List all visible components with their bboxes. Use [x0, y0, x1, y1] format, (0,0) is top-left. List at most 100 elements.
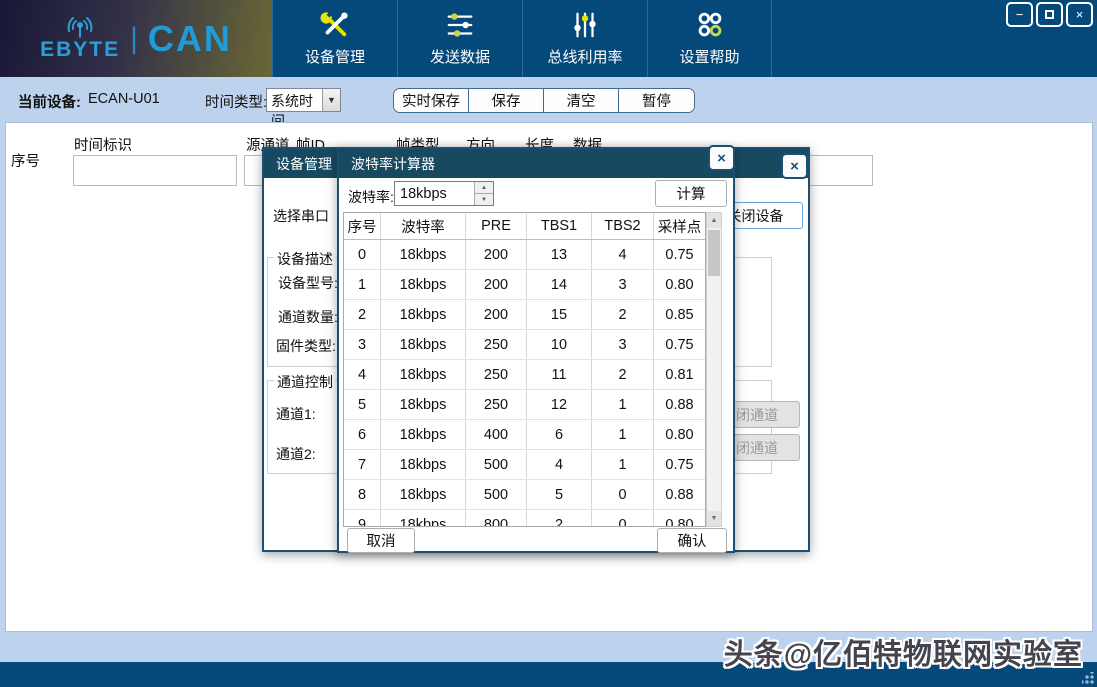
nav-item-settings-help[interactable]: 设置帮助: [647, 0, 772, 77]
maximize-button[interactable]: [1036, 2, 1063, 27]
table-scrollbar[interactable]: ▲ ▼: [706, 212, 722, 527]
scroll-down-icon[interactable]: ▼: [707, 511, 721, 526]
calc-table-row[interactable]: 6 18kbps 400 6 1 0.80: [344, 420, 705, 450]
resize-grip[interactable]: [1082, 672, 1094, 684]
calc-table-row[interactable]: 0 18kbps 200 13 4 0.75: [344, 240, 705, 270]
current-device-value: ECAN-U01: [88, 91, 160, 107]
nav-item-device-manage[interactable]: 设备管理: [272, 0, 397, 77]
calc-cell: 8: [344, 480, 381, 509]
calc-table-row[interactable]: 9 18kbps 800 2 0 0.80: [344, 510, 705, 527]
calc-cell: 1: [592, 450, 654, 479]
device-description-label: 设备描述: [274, 249, 336, 269]
grid-col-timestamp: 时间标识: [74, 138, 132, 154]
record-button-group: 实时保存 保存 清空 暂停: [393, 88, 695, 113]
calc-cell: 15: [527, 300, 592, 329]
calc-table-row[interactable]: 3 18kbps 250 10 3 0.75: [344, 330, 705, 360]
nav-item-bus-utilization[interactable]: 总线利用率: [522, 0, 647, 77]
nav-item-send-data[interactable]: 发送数据: [397, 0, 522, 77]
calc-cell: 1: [592, 420, 654, 449]
device-dialog-close-icon[interactable]: ×: [781, 153, 808, 179]
top-bar: EBYTE | CAN 设备管理 发送数据 总线利用率 设置帮助 − ×: [0, 0, 1097, 77]
confirm-button[interactable]: 确认: [657, 528, 727, 553]
calc-cell: 800: [466, 510, 527, 526]
calc-cell: 18kbps: [381, 450, 466, 479]
calc-table-row[interactable]: 8 18kbps 500 5 0 0.88: [344, 480, 705, 510]
sliders-horizontal-icon: [447, 13, 473, 37]
channel-control-label: 通道控制: [274, 372, 336, 392]
close-window-button[interactable]: ×: [1066, 2, 1093, 27]
device-model-label: 设备型号:: [278, 275, 338, 291]
calc-dialog-close-icon[interactable]: ×: [708, 145, 735, 171]
calc-header-cell: 采样点: [657, 219, 702, 236]
calc-cell: 11: [527, 360, 592, 389]
calc-cell: 12: [527, 390, 592, 419]
app-logo: EBYTE | CAN: [0, 0, 272, 77]
toolbar: 当前设备: ECAN-U01 时间类型: 系统时间 ▼ 实时保存 保存 清空 暂…: [0, 77, 1097, 129]
calc-cell: 2: [527, 510, 592, 526]
pause-button[interactable]: 暂停: [619, 89, 694, 112]
ebyte-logo: EBYTE: [40, 17, 120, 60]
calc-cell: 9: [344, 510, 381, 526]
calculate-button[interactable]: 计算: [655, 180, 727, 207]
realtime-save-button[interactable]: 实时保存: [394, 89, 469, 112]
calc-header-cell: 序号: [344, 213, 381, 239]
tools-icon: [320, 12, 348, 37]
calc-cell: 6: [527, 420, 592, 449]
baud-rate-label: 波特率:: [348, 189, 394, 205]
scroll-up-icon[interactable]: ▲: [707, 213, 721, 228]
save-button[interactable]: 保存: [469, 89, 544, 112]
sliders-vertical-icon: [574, 12, 596, 38]
calc-table-row[interactable]: 1 18kbps 200 14 3 0.80: [344, 270, 705, 300]
calc-cell: 250: [466, 360, 527, 389]
calc-table-row[interactable]: 7 18kbps 500 4 1 0.75: [344, 450, 705, 480]
calc-cell: 0.88: [665, 396, 694, 413]
antenna-icon: [67, 17, 93, 38]
calc-cell: 13: [527, 240, 592, 269]
calc-cell: 0.81: [665, 366, 694, 383]
calc-cell: 200: [466, 240, 527, 269]
calc-header-cell: PRE: [466, 213, 527, 239]
nav-label: 设置帮助: [679, 49, 740, 66]
calc-table-row[interactable]: 4 18kbps 250 11 2 0.81: [344, 360, 705, 390]
nav-label: 设备管理: [304, 49, 365, 66]
spin-up-icon[interactable]: ▲: [475, 182, 493, 194]
calc-cell: 0: [592, 480, 654, 509]
time-type-label: 时间类型:: [205, 95, 268, 111]
clear-button[interactable]: 清空: [544, 89, 619, 112]
calc-cell: 250: [466, 330, 527, 359]
logo-divider: |: [130, 21, 138, 55]
channel1-label: 通道1:: [276, 406, 316, 422]
time-type-dropdown[interactable]: 系统时间 ▼: [266, 88, 341, 129]
timestamp-filter-input[interactable]: [73, 155, 237, 186]
calc-cell: 2: [592, 300, 654, 329]
calc-cell: 0: [592, 510, 654, 526]
calc-table-row[interactable]: 5 18kbps 250 12 1 0.88: [344, 390, 705, 420]
spinner-arrows: ▲ ▼: [474, 182, 493, 205]
calc-cell: 7: [344, 450, 381, 479]
baud-rate-spinner: ▲ ▼: [394, 181, 494, 206]
calc-cell: 200: [466, 270, 527, 299]
calc-header-cell: 波特率: [381, 213, 466, 239]
calc-cell: 250: [466, 390, 527, 419]
serial-port-label: 选择串口: [273, 208, 329, 224]
main-nav: 设备管理 发送数据 总线利用率 设置帮助: [272, 0, 772, 77]
calc-dialog-titlebar[interactable]: 波特率计算器: [339, 149, 733, 178]
calc-cell: 18kbps: [381, 300, 466, 329]
baud-rate-input[interactable]: [395, 182, 474, 205]
current-device-label: 当前设备:: [18, 95, 81, 111]
cancel-button[interactable]: 取消: [347, 528, 415, 553]
calc-cell: 18kbps: [381, 480, 466, 509]
calc-cell: 0.80: [665, 516, 694, 527]
chevron-down-icon[interactable]: ▼: [322, 89, 340, 111]
scrollbar-thumb[interactable]: [708, 230, 720, 276]
spin-down-icon[interactable]: ▼: [475, 194, 493, 205]
calc-table-row[interactable]: 2 18kbps 200 15 2 0.85: [344, 300, 705, 330]
baud-result-table: 序号 波特率 PRE TBS1 TBS2 采样点 0 18kbps 200 13 4 0.75 1 18…: [343, 212, 706, 527]
watermark-text: 头条@亿佰特物联网实验室: [723, 639, 1083, 671]
calc-cell: 200: [466, 300, 527, 329]
calc-cell: 4: [527, 450, 592, 479]
calc-cell: 400: [466, 420, 527, 449]
minimize-button[interactable]: −: [1006, 2, 1033, 27]
calc-cell: 18kbps: [381, 360, 466, 389]
calc-cell: 4: [344, 360, 381, 389]
